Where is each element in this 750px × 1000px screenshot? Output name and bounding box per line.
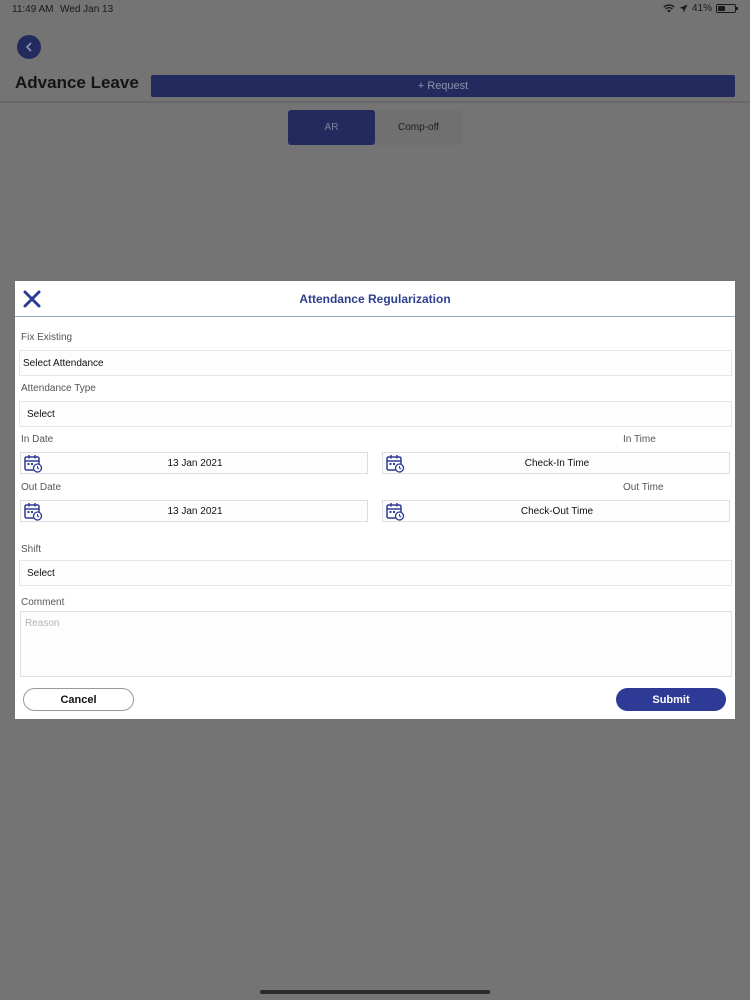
status-bar: 11:49 AM Wed Jan 13 41%: [0, 0, 750, 20]
chevron-left-icon: [26, 42, 32, 52]
out-time-label: Out Time: [623, 482, 664, 493]
home-indicator: [260, 990, 490, 994]
out-date-field[interactable]: 13 Jan 2021: [20, 500, 368, 522]
out-date-value: 13 Jan 2021: [167, 505, 223, 517]
shift-value: Select: [27, 567, 55, 579]
battery-icon: [716, 4, 738, 13]
location-arrow-icon: [679, 4, 688, 13]
in-time-field[interactable]: Check-In Time: [382, 452, 730, 474]
in-time-value: Check-In Time: [524, 457, 590, 469]
status-indicators: 41%: [663, 3, 738, 14]
in-date-field[interactable]: 13 Jan 2021: [20, 452, 368, 474]
attendance-type-select[interactable]: Select: [19, 401, 732, 427]
shift-label: Shift: [21, 544, 42, 555]
comment-textarea[interactable]: [20, 611, 732, 677]
cancel-button[interactable]: Cancel: [23, 688, 134, 711]
in-date-value: 13 Jan 2021: [167, 457, 223, 469]
shift-select[interactable]: Select: [19, 560, 732, 586]
modal-divider: [15, 316, 735, 317]
attendance-type-value: Select: [27, 408, 55, 420]
wifi-icon: [663, 4, 675, 13]
out-date-label: Out Date: [21, 482, 62, 493]
out-time-value: Check-Out Time: [520, 505, 594, 517]
calendar-clock-icon: [386, 503, 405, 521]
request-button[interactable]: + Request: [151, 75, 735, 97]
calendar-clock-icon: [386, 455, 405, 473]
comment-label: Comment: [21, 597, 65, 608]
out-time-field[interactable]: Check-Out Time: [382, 500, 730, 522]
segment-comp-off[interactable]: Comp-off: [375, 110, 462, 145]
segmented-control: AR Comp-off: [288, 110, 462, 145]
battery-percent: 41%: [691, 3, 712, 14]
battery-level: [718, 6, 725, 11]
status-date: Wed Jan 13: [60, 4, 114, 15]
in-date-label: In Date: [21, 434, 54, 445]
fix-existing-select[interactable]: Select Attendance: [19, 350, 732, 376]
fix-existing-label: Fix Existing: [21, 332, 73, 343]
calendar-clock-icon: [24, 503, 43, 521]
page-title: Advance Leave: [15, 73, 139, 92]
segment-ar[interactable]: AR: [288, 110, 375, 145]
fix-existing-value: Select Attendance: [23, 357, 104, 369]
attendance-regularization-modal: Attendance Regularization Fix Existing S…: [15, 281, 735, 719]
back-button[interactable]: [17, 35, 41, 59]
modal-title: Attendance Regularization: [299, 292, 451, 306]
attendance-type-label: Attendance Type: [21, 383, 96, 394]
calendar-clock-icon: [24, 455, 43, 473]
status-time: 11:49 AM: [12, 4, 54, 15]
in-time-label: In Time: [623, 434, 656, 445]
submit-button[interactable]: Submit: [616, 688, 726, 711]
header-divider: [0, 101, 750, 103]
